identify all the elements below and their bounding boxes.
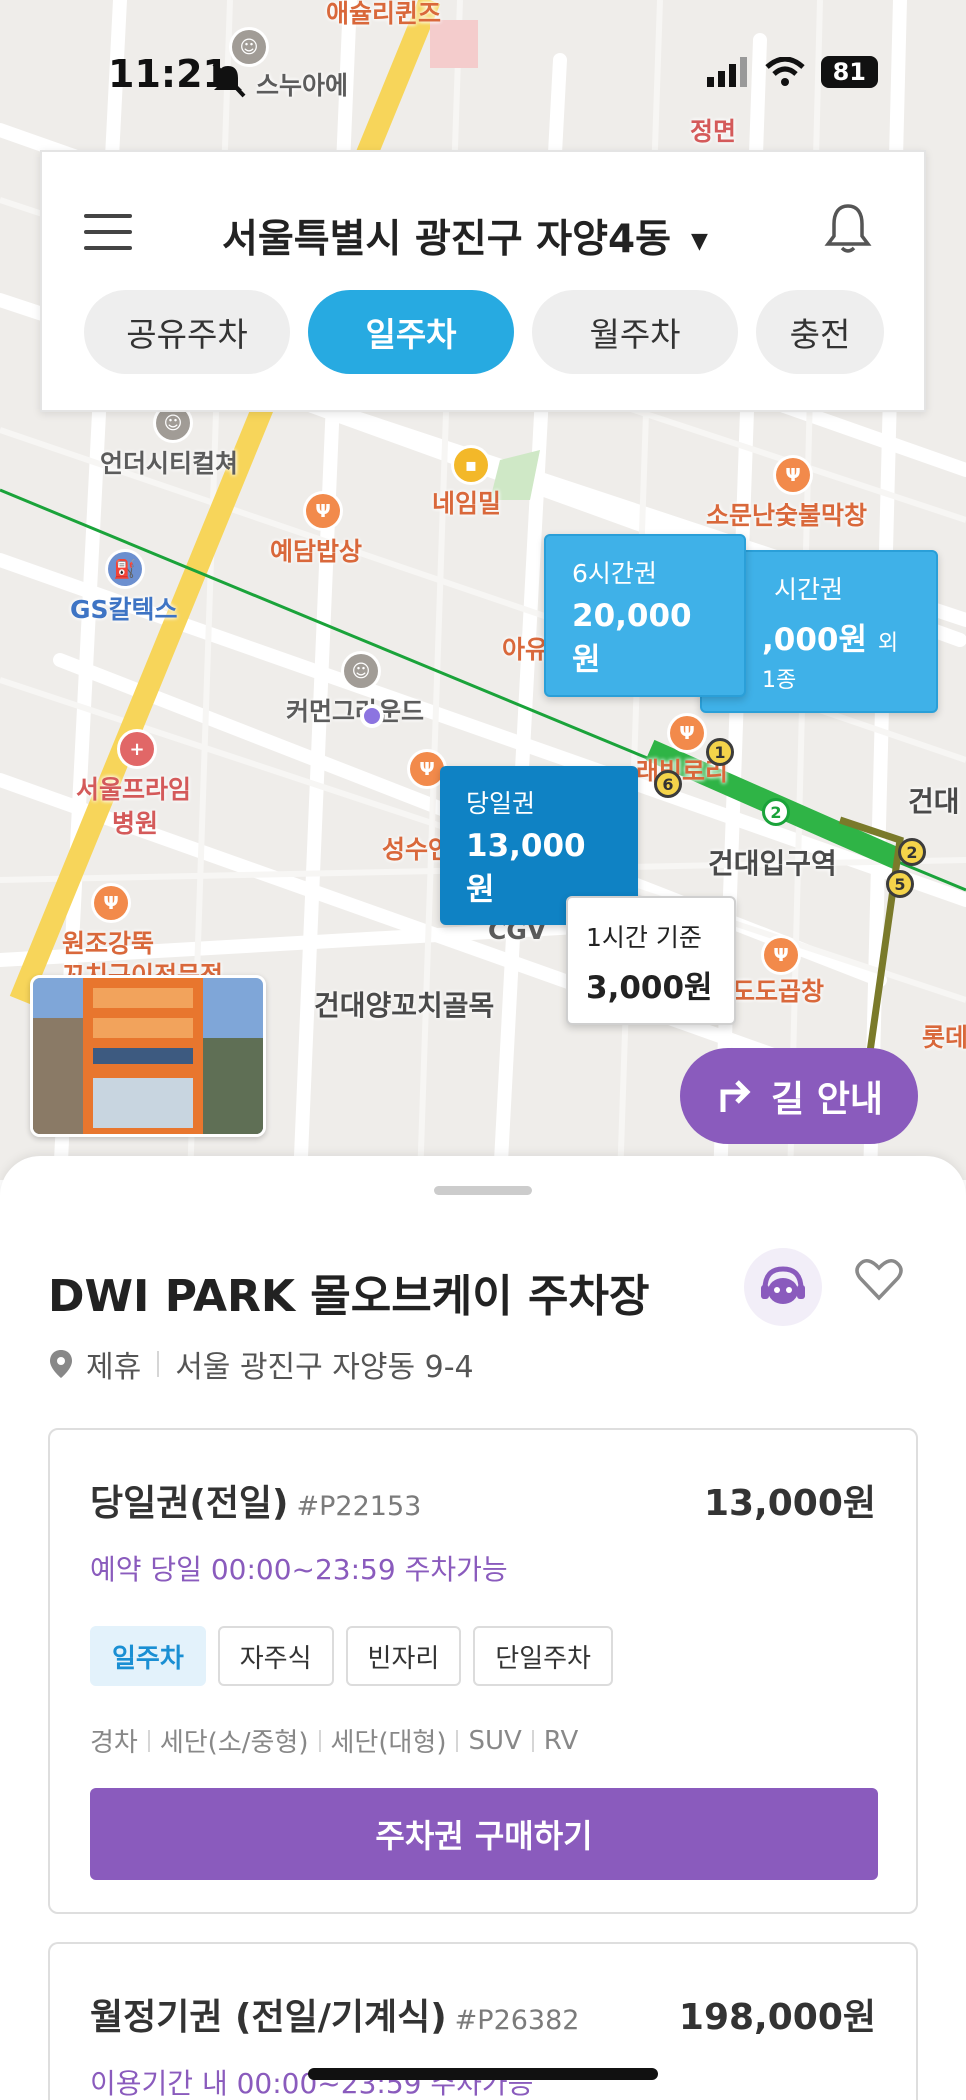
map-label: 원조강뚝 <box>62 929 155 958</box>
location-selector[interactable]: 서울특별시 광진구 자양4동 ▼ <box>222 208 708 264</box>
gas-station-icon[interactable]: ⛽ <box>108 552 142 586</box>
vehicle-type: RV <box>543 1725 579 1756</box>
customer-support-icon[interactable] <box>744 1248 822 1326</box>
ticket-hours: 예약 당일 00:00~23:59 주차가능 <box>90 1553 508 1586</box>
vehicle-type: 경차 <box>90 1728 138 1758</box>
parking-lot-name: DWI PARK 몰오브케이 주차장 <box>48 1271 650 1322</box>
wifi-icon <box>764 57 805 86</box>
line-5-icon: 5 <box>886 870 914 898</box>
marker-amount: ,000원 <box>762 622 868 658</box>
map-label: 커먼그라운드 <box>286 697 425 726</box>
tag-chip: 단일주차 <box>473 1626 613 1686</box>
map-label: GS칼텍스 <box>70 595 178 624</box>
vehicle-type: 세단(대형) <box>330 1728 447 1758</box>
map-label: 언더시티컬쳐 <box>100 449 239 478</box>
building-image <box>33 978 263 1134</box>
poi-face-icon[interactable]: ☺ <box>232 30 266 64</box>
line-1-icon: 1 <box>706 738 734 766</box>
vehicle-type: 세단(소/중형) <box>159 1728 309 1758</box>
marker-amount: 3,000원 <box>586 970 713 1006</box>
tag-chip: 일주차 <box>90 1626 206 1686</box>
map-label: 정면 <box>690 117 737 146</box>
marker-caption: 1시간 기준 <box>586 923 702 952</box>
ticket-code: #P22153 <box>296 1491 422 1522</box>
map-view[interactable]: 애슐리퀸즈 스누아에 정면 언더시티컬쳐 네임밀 소문난숯불막창 예담밥상 GS… <box>0 0 966 1180</box>
home-indicator <box>308 2068 658 2080</box>
marker-amount: 20,000원 <box>572 598 692 678</box>
tag-chip: 자주식 <box>217 1626 334 1686</box>
map-label: 네임밀 <box>432 489 502 518</box>
map-label: 스누아에 <box>256 71 349 100</box>
restaurant-icon[interactable]: Ψ <box>306 494 340 528</box>
marker-caption: 시간권 <box>774 575 844 604</box>
line-6-icon: 6 <box>654 770 682 798</box>
directions-button[interactable]: 길 안내 <box>680 1048 918 1144</box>
cellular-signal-icon <box>706 57 747 87</box>
restaurant-icon[interactable]: Ψ <box>764 938 798 972</box>
notification-bell-icon[interactable] <box>824 202 872 254</box>
silent-mode-icon <box>212 62 246 98</box>
station-label: 건대입구역 <box>708 847 837 880</box>
line-2-icon: 2 <box>898 838 926 866</box>
vehicle-type: SUV <box>468 1725 522 1756</box>
location-pin-icon <box>50 1350 72 1378</box>
poi-face-icon[interactable]: ☺ <box>344 654 378 688</box>
marker-caption: 6시간권 <box>572 559 657 588</box>
line-2-icon: 2 <box>762 798 790 826</box>
battery-level: 81 <box>820 56 878 88</box>
vehicle-types: 경차 세단(소/중형) 세단(대형) SUV RV <box>90 1722 578 1759</box>
restaurant-icon[interactable]: Ψ <box>776 458 810 492</box>
ticket-name: 당일권(전일) <box>90 1483 289 1524</box>
sheet-grab-handle[interactable] <box>434 1186 532 1195</box>
map-label: 건대양꼬치골목 <box>314 989 495 1022</box>
restaurant-icon[interactable]: Ψ <box>670 716 704 750</box>
menu-icon[interactable] <box>84 214 132 250</box>
ticket-price: 13,000원 <box>703 1483 876 1524</box>
turn-right-icon <box>720 1080 751 1112</box>
parking-price-marker[interactable]: 1시간 기준 3,000원 <box>566 896 736 1025</box>
my-location-dot <box>360 704 384 728</box>
parking-address: 서울 광진구 자양동 9-4 <box>175 1350 474 1385</box>
headset-icon <box>761 1266 805 1304</box>
restaurant-icon[interactable]: Ψ <box>94 886 128 920</box>
parking-detail-sheet: DWI PARK 몰오브케이 주차장 제휴 서울 광진구 자양동 9-4 당일권… <box>0 1156 966 2100</box>
map-label: 건대 <box>908 785 960 818</box>
tab-shared-parking[interactable]: 공유주차 <box>84 290 290 374</box>
ticket-tags: 일주차 자주식 빈자리 단일주차 <box>90 1626 613 1686</box>
parking-price-marker[interactable]: 6시간권 20,000원 <box>544 534 746 697</box>
ticket-name: 월정기권 (전일/기계식) <box>90 1997 447 2038</box>
tab-charging[interactable]: 충전 <box>756 290 884 374</box>
parking-type-tabs: 공유주차 일주차 월주차 충전 <box>84 290 884 374</box>
marker-caption: 당일권 <box>466 789 536 818</box>
buy-ticket-button[interactable]: 주차권 구매하기 <box>90 1788 878 1880</box>
restaurant-icon[interactable]: Ψ <box>410 752 444 786</box>
tab-daily-parking[interactable]: 일주차 <box>308 290 514 374</box>
hospital-icon[interactable]: + <box>120 732 154 766</box>
map-label: 소문난숯불막창 <box>706 501 868 530</box>
header-card: 서울특별시 광진구 자양4동 ▼ 공유주차 일주차 월주차 충전 <box>40 150 926 412</box>
map-label: 서울프라임 <box>76 775 192 804</box>
map-label: 롯데 <box>922 1023 966 1052</box>
ticket-code: #P26382 <box>454 2005 580 2036</box>
directions-label: 길 안내 <box>771 1079 883 1120</box>
map-label: 병원 <box>112 809 159 838</box>
tab-monthly-parking[interactable]: 월주차 <box>532 290 738 374</box>
partner-badge: 제휴 <box>86 1350 142 1385</box>
favorite-heart-icon[interactable] <box>854 1256 904 1302</box>
address-row: 제휴 서울 광진구 자양동 9-4 <box>48 1342 474 1386</box>
map-label: 아유 <box>502 635 549 664</box>
caret-down-icon: ▼ <box>690 229 708 254</box>
shop-icon[interactable]: ▪ <box>454 448 488 482</box>
map-label: 도도곱창 <box>732 977 825 1006</box>
parking-lot-photo[interactable] <box>30 975 266 1137</box>
location-title: 서울특별시 광진구 자양4동 <box>222 217 671 262</box>
tag-chip: 빈자리 <box>345 1626 462 1686</box>
map-label: 예담밥상 <box>270 537 363 566</box>
map-label: 애슐리퀸즈 <box>326 0 442 28</box>
ticket-price: 198,000원 <box>678 1997 876 2038</box>
ticket-card: 당일권(전일) #P22153 13,000원 예약 당일 00:00~23:59… <box>48 1428 918 1914</box>
